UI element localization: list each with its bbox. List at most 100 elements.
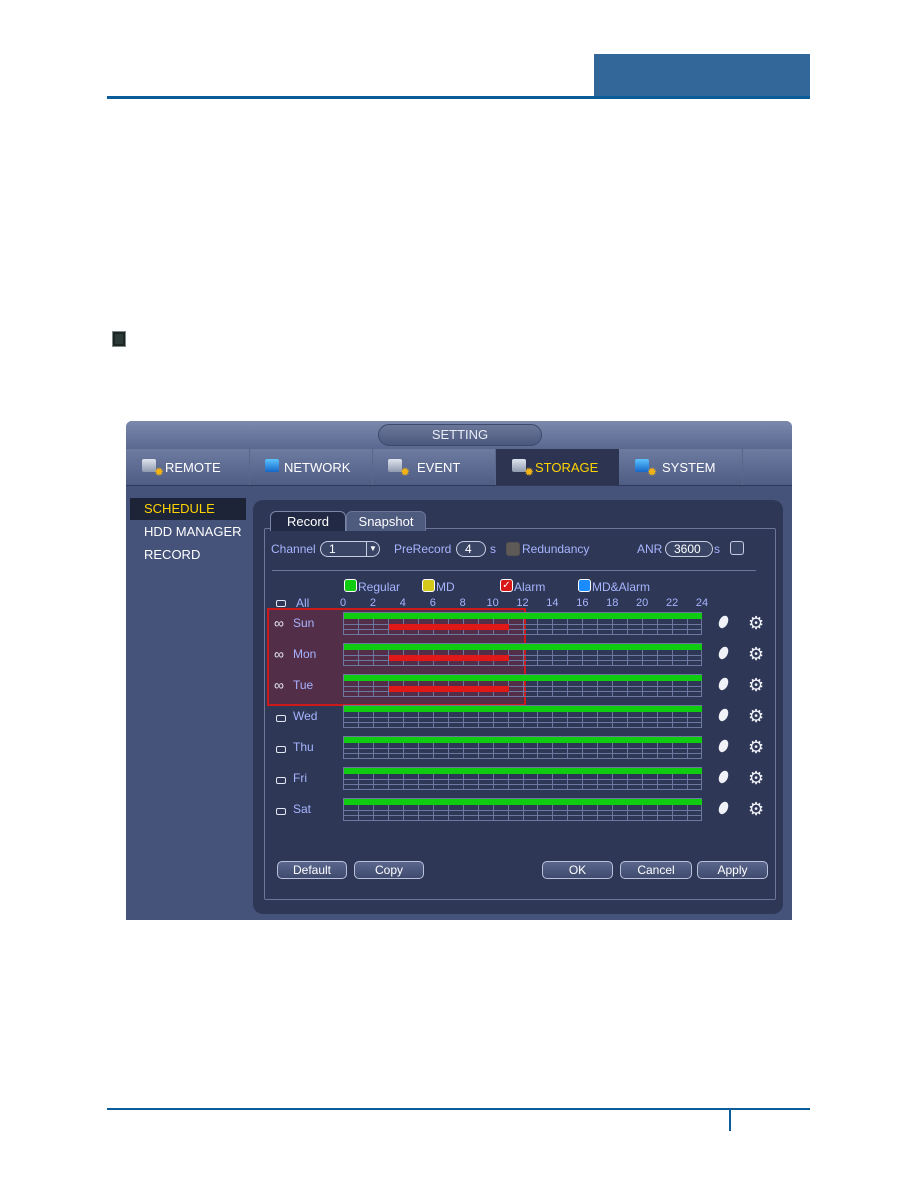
link-icon[interactable]: ∞ bbox=[274, 677, 284, 693]
grid-line bbox=[462, 743, 464, 759]
grid-line bbox=[357, 805, 359, 821]
grid-line bbox=[582, 619, 584, 635]
sidebar-item-schedule[interactable]: SCHEDULE bbox=[130, 498, 246, 520]
day-label-mon: Mon bbox=[293, 647, 317, 661]
grid-line bbox=[672, 650, 674, 666]
link-icon[interactable]: ∞ bbox=[274, 615, 284, 631]
anr-unit: s bbox=[714, 542, 720, 556]
grid-line bbox=[642, 619, 644, 635]
day-label-sat: Sat bbox=[293, 802, 312, 816]
channel-dropdown[interactable]: 1 ▼ bbox=[320, 541, 380, 557]
grid-line bbox=[372, 743, 374, 759]
tab-system[interactable]: ✹ SYSTEM bbox=[619, 449, 743, 485]
default-button[interactable]: Default bbox=[277, 861, 347, 879]
channel-value: 1 bbox=[329, 542, 336, 556]
grid-line bbox=[672, 712, 674, 728]
grid-line bbox=[447, 774, 449, 790]
gear-icon[interactable]: ⚙ bbox=[748, 613, 764, 634]
schedule-grid-fri[interactable] bbox=[343, 767, 702, 790]
tab-network[interactable]: NETWORK bbox=[249, 449, 373, 485]
gear-icon[interactable]: ⚙ bbox=[748, 706, 764, 727]
regular-record-bar bbox=[344, 706, 702, 712]
header-blue-box bbox=[594, 54, 810, 98]
gear-icon[interactable]: ⚙ bbox=[748, 737, 764, 758]
prerecord-input[interactable]: 4 bbox=[456, 541, 486, 557]
anr-input[interactable]: 3600 bbox=[665, 541, 713, 557]
day-label-sun: Sun bbox=[293, 616, 315, 630]
grid-line bbox=[612, 712, 614, 728]
day-select-icon[interactable] bbox=[276, 777, 286, 784]
grid-line bbox=[537, 712, 539, 728]
grid-line bbox=[477, 743, 479, 759]
legend-swatch-md[interactable] bbox=[422, 579, 435, 592]
hour-tick-label: 16 bbox=[576, 597, 589, 609]
cancel-button[interactable]: Cancel bbox=[620, 861, 692, 879]
gear-icon[interactable]: ⚙ bbox=[748, 675, 764, 696]
grid-line bbox=[642, 774, 644, 790]
grid-line bbox=[447, 805, 449, 821]
schedule-grid-sat[interactable] bbox=[343, 798, 702, 821]
grid-line bbox=[642, 650, 644, 666]
anr-label: ANR bbox=[637, 542, 663, 556]
grid-line bbox=[402, 774, 404, 790]
grid-line bbox=[687, 712, 689, 728]
legend-swatch-mdalarm[interactable] bbox=[578, 579, 591, 592]
grid-line bbox=[537, 681, 539, 697]
sidebar-item-record[interactable]: RECORD bbox=[130, 544, 246, 566]
grid-line bbox=[567, 712, 569, 728]
gear-icon[interactable]: ⚙ bbox=[748, 768, 764, 789]
grid-line bbox=[537, 774, 539, 790]
grid-line bbox=[462, 712, 464, 728]
grid-line bbox=[552, 681, 554, 697]
grid-line bbox=[462, 805, 464, 821]
day-select-icon[interactable] bbox=[276, 746, 286, 753]
grid-line bbox=[612, 650, 614, 666]
legend-label: MD bbox=[436, 580, 455, 594]
schedule-grid-mon[interactable] bbox=[343, 643, 702, 666]
ok-button[interactable]: OK bbox=[542, 861, 613, 879]
tab-storage[interactable]: ✹ STORAGE bbox=[496, 449, 619, 485]
copy-button[interactable]: Copy bbox=[354, 861, 424, 879]
schedule-grid-tue[interactable] bbox=[343, 674, 702, 697]
grid-line bbox=[612, 805, 614, 821]
schedule-grid-sun[interactable] bbox=[343, 612, 702, 635]
grid-line bbox=[552, 774, 554, 790]
legend-swatch-regular[interactable] bbox=[344, 579, 357, 592]
gear-icon[interactable]: ⚙ bbox=[748, 799, 764, 820]
day-select-icon[interactable] bbox=[276, 715, 286, 722]
anr-checkbox[interactable] bbox=[730, 541, 744, 555]
tab-event[interactable]: ✹ EVENT bbox=[372, 449, 496, 485]
grid-line bbox=[537, 650, 539, 666]
system-monitor-icon: ✹ bbox=[635, 458, 657, 478]
grid-line bbox=[642, 805, 644, 821]
gear-icon[interactable]: ⚙ bbox=[748, 644, 764, 665]
subtab-snapshot[interactable]: Snapshot bbox=[346, 511, 426, 531]
grid-line bbox=[357, 650, 359, 666]
day-select-icon[interactable] bbox=[276, 808, 286, 815]
schedule-grid-wed[interactable] bbox=[343, 705, 702, 728]
sidebar-item-hdd-manager[interactable]: HDD MANAGER bbox=[130, 521, 246, 543]
schedule-grid-thu[interactable] bbox=[343, 736, 702, 759]
grid-line bbox=[447, 743, 449, 759]
grid-line bbox=[567, 681, 569, 697]
grid-line bbox=[447, 712, 449, 728]
grid-line bbox=[582, 650, 584, 666]
hour-tick-label: 14 bbox=[546, 597, 559, 609]
grid-line bbox=[567, 650, 569, 666]
note-square-icon bbox=[112, 331, 126, 347]
grid-line bbox=[402, 712, 404, 728]
settings-divider bbox=[272, 570, 756, 571]
grid-line bbox=[582, 681, 584, 697]
redundancy-checkbox[interactable] bbox=[506, 542, 520, 556]
grid-line bbox=[627, 650, 629, 666]
tab-remote[interactable]: ✹ REMOTE bbox=[126, 449, 250, 485]
grid-line bbox=[642, 743, 644, 759]
regular-record-bar bbox=[344, 644, 702, 650]
grid-line bbox=[552, 650, 554, 666]
apply-button[interactable]: Apply bbox=[697, 861, 768, 879]
link-icon[interactable]: ∞ bbox=[274, 646, 284, 662]
all-select-icon[interactable] bbox=[276, 600, 286, 607]
grid-line bbox=[567, 774, 569, 790]
subtab-record[interactable]: Record bbox=[270, 511, 346, 531]
legend-swatch-alarm[interactable]: ✓ bbox=[500, 579, 513, 592]
